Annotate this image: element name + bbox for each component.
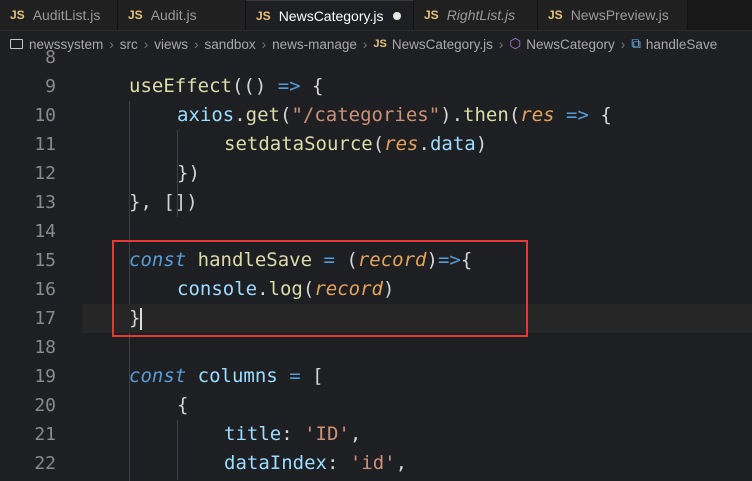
line-text: }, []) xyxy=(129,191,198,213)
line-number: 17 xyxy=(34,308,56,329)
tab-label: AuditList.js xyxy=(32,7,101,23)
code-line[interactable]: 20 { xyxy=(0,391,752,420)
highlight-box xyxy=(112,240,528,337)
line-number: 16 xyxy=(34,279,56,300)
js-file-icon: JS xyxy=(548,8,563,22)
line-number: 21 xyxy=(34,424,56,445)
line-number: 10 xyxy=(34,105,56,126)
line-text: useEffect(() => { xyxy=(129,75,324,97)
tab-rightlist[interactable]: JS RightList.js xyxy=(414,0,538,30)
code-line[interactable]: 22 dataIndex: 'id', xyxy=(0,449,752,478)
tab-bar: JS AuditList.js JS Audit.js JS NewsCategory… xyxy=(0,0,752,31)
line-text: title: 'ID', xyxy=(224,423,362,445)
tab-newspreview[interactable]: JS NewsPreview.js xyxy=(538,0,688,30)
line-text: }) xyxy=(177,162,200,184)
line-number: 9 xyxy=(45,76,56,97)
code-line[interactable]: 18 xyxy=(0,333,752,362)
line-number: 14 xyxy=(34,221,56,242)
js-file-icon: JS xyxy=(256,8,271,23)
line-text: axios.get("/categories").then(res => { xyxy=(177,104,612,126)
line-number: 15 xyxy=(34,250,56,271)
line-number: 18 xyxy=(34,337,56,358)
code-line[interactable]: 9 useEffect(() => { xyxy=(0,72,752,101)
code-line[interactable]: 21 title: 'ID', xyxy=(0,420,752,449)
code-line[interactable]: 13 }, []) xyxy=(0,188,752,217)
line-number: 22 xyxy=(34,453,56,474)
tab-bar-empty xyxy=(688,0,752,30)
line-number: 19 xyxy=(34,366,56,387)
tab-newscategory[interactable]: JS NewsCategory.js xyxy=(246,0,414,30)
line-text: { xyxy=(177,394,189,416)
tab-label: NewsCategory.js xyxy=(278,7,384,24)
tab-label: RightList.js xyxy=(446,7,516,23)
line-text: dataIndex: 'id', xyxy=(224,452,408,474)
code-line[interactable]: 8 xyxy=(0,43,752,72)
unsaved-dot-icon[interactable] xyxy=(393,11,401,20)
tab-auditlist[interactable]: JS AuditList.js xyxy=(0,0,118,30)
code-line[interactable]: 19 const columns = [ xyxy=(0,362,752,391)
tab-label: Audit.js xyxy=(150,7,197,23)
code-line[interactable]: 11 setdataSource(res.data) xyxy=(0,130,752,159)
js-file-icon: JS xyxy=(424,8,439,22)
tab-audit[interactable]: JS Audit.js xyxy=(118,0,246,30)
line-number: 13 xyxy=(34,192,56,213)
code-line[interactable]: 10 axios.get("/categories").then(res => … xyxy=(0,101,752,130)
line-number: 12 xyxy=(34,163,56,184)
code-editor[interactable]: 8 9 useEffect(() => { 10 axios.get("/cat… xyxy=(0,47,752,481)
tab-label: NewsPreview.js xyxy=(570,7,669,23)
line-number: 20 xyxy=(34,395,56,416)
line-text: setdataSource(res.data) xyxy=(224,133,488,155)
line-number: 11 xyxy=(34,134,56,155)
line-text: const columns = [ xyxy=(129,365,324,387)
js-file-icon: JS xyxy=(128,8,143,22)
code-line[interactable]: 12 }) xyxy=(0,159,752,188)
js-file-icon: JS xyxy=(10,8,25,22)
line-number: 8 xyxy=(45,47,56,68)
